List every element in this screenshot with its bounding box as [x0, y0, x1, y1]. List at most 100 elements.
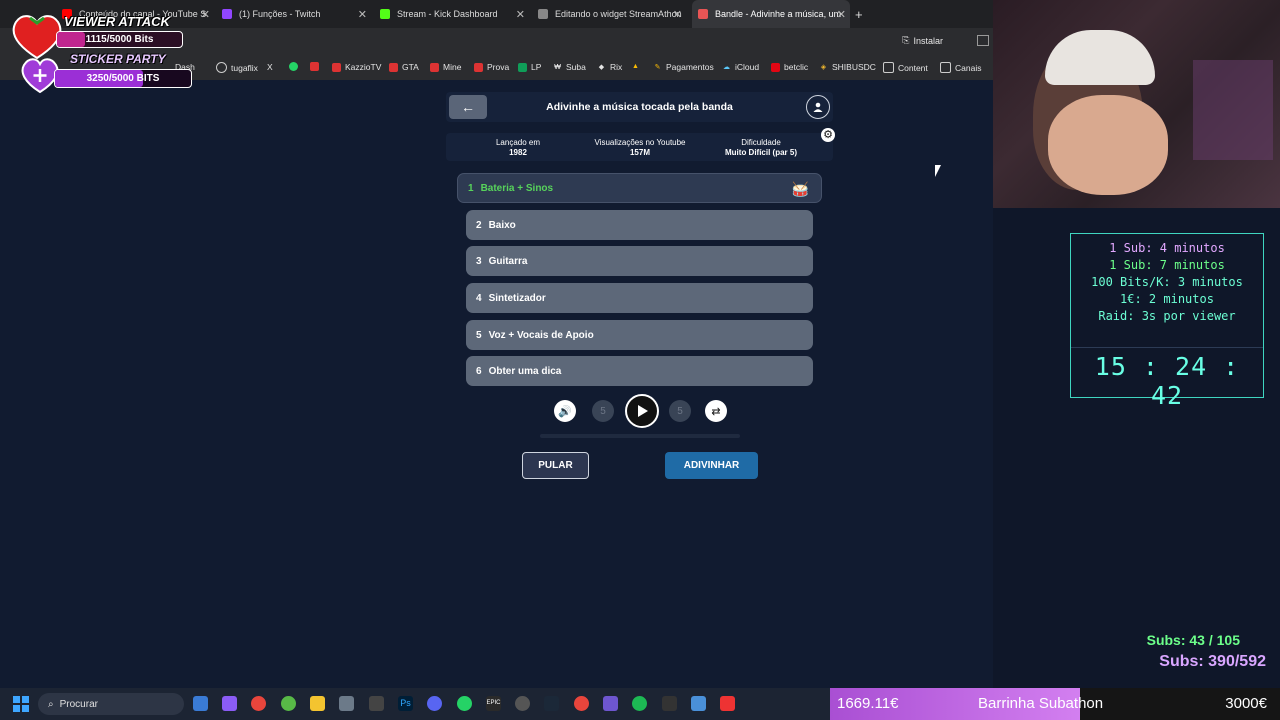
close-icon[interactable]: ✕ — [358, 8, 367, 21]
bookmark-chart[interactable] — [310, 62, 319, 71]
game-title: Adivinhe a música tocada pela banda — [546, 101, 733, 113]
tab-bandle[interactable]: Bandle - Adivinhe a música, um ✕ — [692, 0, 850, 28]
new-tab-button[interactable]: + — [855, 0, 863, 28]
bookmark-content[interactable]: Content — [883, 62, 928, 73]
install-button[interactable]: ⎘ Instalar — [902, 35, 943, 46]
install-icon: ⎘ — [902, 35, 910, 45]
folder-icon — [940, 62, 951, 73]
background-light — [1193, 60, 1273, 160]
option-synth[interactable]: 4 Sintetizador — [466, 283, 813, 313]
volume-button[interactable]: 🔊 — [554, 400, 576, 422]
bookmark-lp[interactable]: LP — [518, 62, 541, 72]
sticker-party-bits: 3250/5000 BITS — [86, 73, 160, 84]
play-button[interactable] — [625, 394, 659, 428]
bookmark-prova[interactable]: Prova — [474, 62, 509, 72]
epic-games-icon[interactable]: EPIC — [486, 696, 501, 711]
option-hint[interactable]: 6 Obter uma dica — [466, 356, 813, 386]
taskbar-search-input[interactable]: ⌕ Procurar — [38, 693, 184, 715]
loop-button[interactable]: ⇄ — [705, 400, 727, 422]
capcut-icon[interactable] — [369, 696, 384, 711]
tab-streamathon[interactable]: Editando o widget StreamAthon ✕ — [538, 0, 682, 28]
viewer-attack-bits: 1115/5000 Bits — [85, 34, 154, 45]
bookmark-label: Prova — [487, 62, 510, 72]
close-icon[interactable]: ✕ — [201, 8, 210, 21]
guess-button[interactable]: ADIVINHAR — [665, 452, 758, 479]
forward-button[interactable]: 5 — [669, 400, 691, 422]
bookmark-label: Pagamentos — [666, 62, 714, 72]
bookmark-whatsapp[interactable] — [289, 62, 298, 71]
translate-icon[interactable] — [977, 35, 989, 46]
tab-label: (1) Funções - Twitch — [239, 9, 321, 19]
photoshop-icon[interactable]: Ps — [398, 696, 413, 711]
bookmark-mine[interactable]: Mine — [430, 62, 461, 72]
option-vocals[interactable]: 5 Voz + Vocais de Apoio — [466, 320, 813, 350]
whatsapp-icon[interactable] — [457, 696, 472, 711]
tab-label: Bandle - Adivinhe a música, um — [715, 9, 842, 19]
profile-button[interactable] — [806, 95, 830, 119]
rewind-button[interactable]: 5 — [592, 400, 614, 422]
close-icon[interactable]: ✕ — [516, 8, 525, 21]
info-release: Lançado em 1982 — [463, 138, 573, 158]
settings-gear-icon[interactable]: ⚙ — [821, 128, 835, 142]
tab-kick[interactable]: Stream - Kick Dashboard ✕ — [380, 0, 525, 28]
timer-rule: 1 Sub: 7 minutos — [1109, 258, 1225, 272]
install-label: Instalar — [913, 35, 943, 46]
notepad-icon[interactable] — [691, 696, 706, 711]
option-guitar[interactable]: 3 Guitarra — [466, 246, 813, 276]
money-bar-label: Barrinha Subathon — [978, 695, 1104, 712]
obs-icon[interactable] — [515, 696, 530, 711]
bookmark-x[interactable]: X — [267, 62, 273, 72]
bookmark-suba[interactable]: ₩ Suba — [553, 62, 586, 72]
option-bass[interactable]: 2 Baixo — [466, 210, 813, 240]
bookmark-kazziotv[interactable]: KazzioTV — [332, 62, 381, 72]
option-number: 6 — [476, 365, 482, 377]
info-label: Visualizações no Youtube — [594, 138, 686, 147]
w-icon: ₩ — [554, 63, 561, 71]
bookmark-gta[interactable]: GTA — [389, 62, 419, 72]
close-icon[interactable]: ✕ — [837, 8, 846, 21]
volume-icon: 🔊 — [558, 405, 572, 418]
skip-button[interactable]: PULAR — [522, 452, 589, 479]
chrome-icon[interactable] — [251, 696, 266, 711]
bookmark-label: Content — [898, 62, 928, 73]
file-explorer-icon[interactable] — [310, 696, 325, 711]
steam-icon[interactable] — [544, 696, 559, 711]
app-green-icon[interactable] — [281, 696, 296, 711]
bookmark-rix[interactable]: ◆ Rix — [597, 62, 622, 72]
face-shape — [1048, 95, 1168, 195]
capcut-alt-icon[interactable] — [662, 696, 677, 711]
kick-icon — [380, 9, 390, 19]
app-red-icon[interactable] — [574, 696, 589, 711]
close-icon[interactable]: ✕ — [673, 8, 682, 21]
drive-icon: ▲ — [632, 63, 639, 70]
app-grid-icon[interactable] — [603, 696, 618, 711]
bookmark-pagamentos[interactable]: ✎ Pagamentos — [653, 62, 714, 72]
bookmark-canais[interactable]: Canais — [940, 62, 981, 73]
spotify-icon[interactable] — [632, 696, 647, 711]
bookmark-tugaflix[interactable]: tugaflix — [216, 62, 258, 73]
discord-icon[interactable] — [427, 696, 442, 711]
camera-app-icon[interactable] — [222, 696, 237, 711]
globe-icon — [216, 62, 227, 73]
windows-start-icon[interactable] — [13, 696, 29, 712]
bookmark-icloud[interactable]: ☁ iCloud — [722, 62, 759, 72]
option-label: Bateria + Sinos — [480, 182, 554, 194]
playback-progress[interactable] — [540, 434, 740, 438]
bookmark-betclic[interactable]: betclic — [771, 62, 808, 72]
option-label: Voz + Vocais de Apoio — [488, 329, 594, 341]
option-number: 5 — [476, 329, 482, 341]
tab-twitch[interactable]: (1) Funções - Twitch ✕ — [222, 0, 367, 28]
bandle-icon — [698, 9, 708, 19]
option-label: Obter uma dica — [488, 365, 562, 377]
timer-rule: Raid: 3s por viewer — [1098, 309, 1236, 323]
webcam-feed — [993, 0, 1280, 208]
timer-rule: 1 Sub: 4 minutos — [1109, 241, 1225, 255]
bookmark-label: Canais — [955, 62, 982, 73]
app-drive-icon[interactable] — [720, 696, 735, 711]
calculator-icon[interactable] — [339, 696, 354, 711]
bookmark-shibusdc[interactable]: ◈ SHIBUSDC — [819, 62, 876, 72]
widgets-icon[interactable] — [193, 696, 208, 711]
option-drums[interactable]: 1 Bateria + Sinos 🥁 — [457, 173, 822, 203]
option-number: 1 — [468, 182, 474, 194]
bookmark-drive[interactable]: ▲ — [631, 62, 640, 71]
